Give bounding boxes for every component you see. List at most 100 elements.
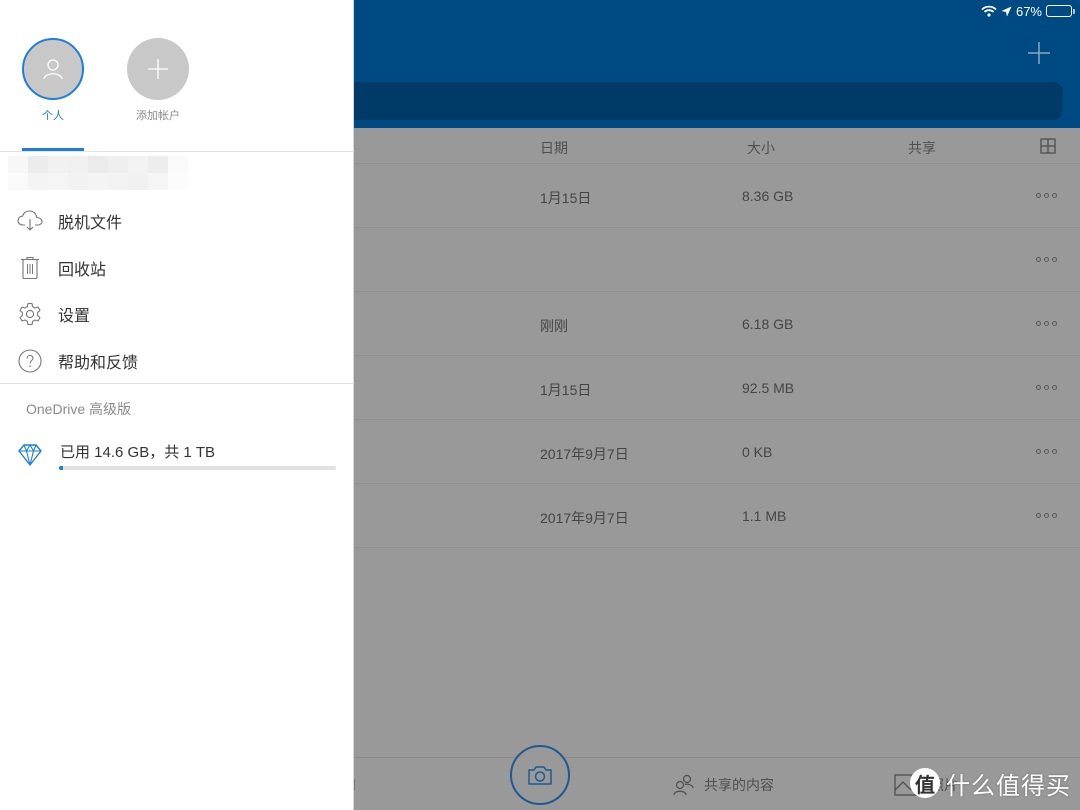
more-options-button[interactable] [1036,508,1060,522]
row-date: 刚刚 [540,318,568,334]
row-date: 1月15日 [540,190,592,206]
menu-item-recycle-bin[interactable]: 回收站 [0,245,354,292]
redaction-block [48,156,68,173]
more-options-button[interactable] [1036,252,1060,266]
status-bar: 67% [981,2,1075,20]
location-arrow-icon [1001,6,1012,17]
storage-progress-fill [59,466,64,470]
storage-progress-bar [59,466,336,470]
grid-view-icon [1040,138,1056,154]
trash-icon [17,255,43,281]
diamond-icon [18,444,42,466]
redaction-block [148,156,168,173]
divider [0,383,354,384]
redaction-block [8,173,28,190]
row-size: 8.36 GB [742,188,794,204]
redaction-block [128,156,148,173]
row-size: 1.1 MB [742,508,787,524]
menu-item-label: 脱机文件 [58,215,123,233]
dot [1036,320,1041,326]
row-date: 1月15日 [540,382,592,398]
row-size: 92.5 MB [742,380,795,396]
watermark: 值 什么值得买 [910,765,1071,801]
battery-percent: 67% [1015,3,1042,19]
redaction-block [148,173,168,190]
redaction-block [168,173,188,190]
more-options-button[interactable] [1036,444,1060,458]
more-options-button[interactable] [1036,316,1060,330]
add-account-avatar [127,38,189,100]
battery-icon [1046,5,1075,17]
add-account-label: 添加帐户 [136,110,180,122]
redaction-block [108,156,128,173]
menu-item-help-feedback[interactable]: 帮助和反馈 [0,338,354,385]
gear-icon [17,301,43,327]
more-options-button[interactable] [1036,188,1060,202]
redaction-block [68,156,88,173]
account-email-redacted [8,156,190,190]
column-date[interactable]: 日期 [540,138,568,158]
row-date: 2017年9月7日 [540,510,629,526]
redaction-block [28,156,48,173]
person-icon [43,59,63,80]
dot [1036,192,1041,198]
camera-button[interactable] [510,745,570,805]
dot [1044,192,1049,198]
plus-icon [148,59,168,79]
camera-icon [528,766,552,785]
menu-item-settings[interactable]: 设置 [0,291,354,338]
dot [1036,384,1041,390]
dot [1052,512,1057,518]
grid-view-button[interactable] [1040,138,1056,154]
dot [1044,320,1049,326]
redaction-block [168,156,188,173]
menu-item-label: 帮助和反馈 [58,354,139,372]
menu-item-offline-files[interactable]: 脱机文件 [0,198,354,245]
tab-shared[interactable]: 共享的内容 [672,758,774,810]
plus-icon [1028,42,1050,64]
cloud-download-icon [17,208,43,234]
wifi-icon [981,5,997,17]
account-personal[interactable]: 个人 [22,38,84,123]
account-personal-label: 个人 [42,110,64,122]
dot [1052,384,1057,390]
column-size[interactable]: 大小 [747,138,775,158]
dot [1052,256,1057,262]
dot [1052,192,1057,198]
add-account-button[interactable]: 添加帐户 [127,38,189,123]
storage-text: 已用 14.6 GB，共 1 TB [60,444,216,461]
dot [1052,448,1057,454]
redaction-block [48,173,68,190]
row-size: 0 KB [742,444,773,460]
dot [1044,256,1049,262]
dot [1044,384,1049,390]
dot [1044,512,1049,518]
help-icon [17,348,43,374]
drawer-menu: 脱机文件 回收站 设置 帮助和反馈 [0,198,354,384]
premium-label: OneDrive 高级版 [26,401,132,417]
divider [0,151,354,152]
row-date: 2017年9月7日 [540,446,629,462]
row-size: 6.18 GB [742,316,794,332]
column-shared[interactable]: 共享 [908,138,936,158]
dot [1052,320,1057,326]
menu-item-label: 设置 [58,308,91,326]
redaction-block [108,173,128,190]
watermark-text: 什么值得买 [946,772,1071,800]
redaction-block [88,156,108,173]
avatar [22,38,84,100]
people-icon [673,774,694,795]
dot [1036,448,1041,454]
add-button[interactable] [1024,38,1054,68]
dot [1036,256,1041,262]
dot [1044,448,1049,454]
redaction-block [8,156,28,173]
dot [1036,512,1041,518]
watermark-badge: 值 [910,768,940,798]
redaction-block [128,173,148,190]
redaction-block [88,173,108,190]
side-drawer: 个人 添加帐户 脱机文件 回收站 设置 帮助和反馈 OneDrive 高级版 已… [0,0,354,810]
redaction-block [68,173,88,190]
more-options-button[interactable] [1036,380,1060,394]
tab-shared-label: 共享的内容 [704,776,774,793]
